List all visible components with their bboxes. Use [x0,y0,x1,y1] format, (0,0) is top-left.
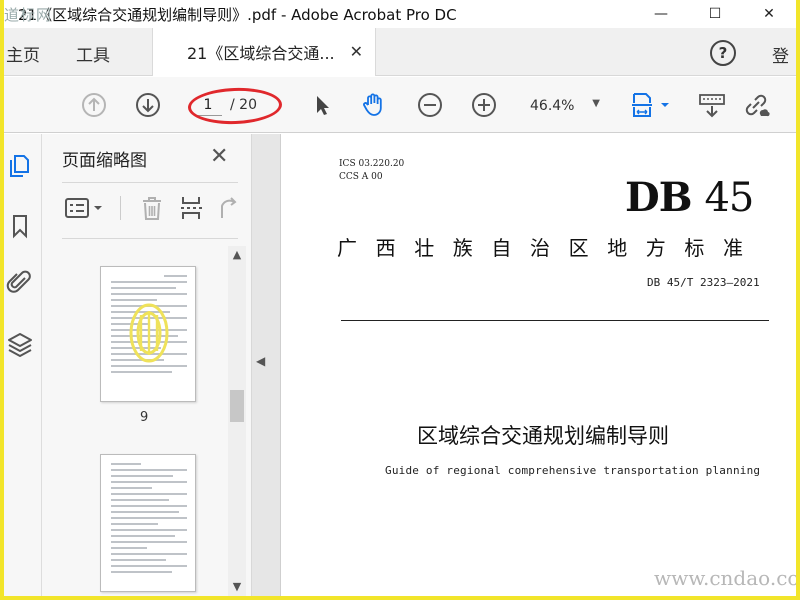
header-rule [341,320,769,321]
help-icon[interactable]: ? [710,40,736,66]
window-controls: — ☐ ✕ [634,0,796,28]
tab-home[interactable]: 主页 [6,41,40,66]
document-tab-label: 21《区域综合交通... [187,44,335,63]
zoom-level-dropdown[interactable]: 46.4% ▼ [524,94,606,118]
keyboard-scan-icon[interactable] [698,91,726,119]
thumbnail-page-9[interactable] [100,266,196,402]
rotate-page-icon[interactable] [214,194,242,222]
previous-page-icon[interactable] [80,91,108,119]
document-title-en: Guide of regional comprehensive transpor… [385,464,761,477]
pdf-page: ICS 03.220.20 CCS A 00 DB 45 广西壮族自治区地方标准… [280,134,796,596]
left-icon-rail [4,134,42,596]
close-window-icon[interactable]: ✕ [742,0,796,28]
hand-tool-icon[interactable] [360,91,388,119]
attachment-icon[interactable] [6,268,34,296]
db-number: 45 [704,175,754,221]
panel-toolbar [62,192,238,224]
seal-stamp-icon [129,303,169,363]
select-cursor-icon[interactable] [308,91,336,119]
close-panel-icon[interactable]: ✕ [210,144,228,169]
main-toolbar: 1 / 20 46.4% ▼ [4,77,796,133]
toolbar-separator [120,196,121,220]
close-tab-icon[interactable]: ✕ [350,42,363,61]
scroll-up-icon[interactable]: ▲ [228,246,246,264]
document-title-cn: 区域综合交通规划编制导则 [417,424,669,448]
delete-page-icon[interactable] [138,194,166,222]
share-link-icon[interactable] [742,91,770,119]
window-title: 21《区域综合交通规划编制导则》.pdf - Adobe Acrobat Pro… [18,5,457,24]
watermark-top: 道标网 [4,6,53,24]
bookmark-icon[interactable] [6,212,34,240]
standard-number: DB 45/T 2323—2021 [647,276,760,289]
ics-code: ICS 03.220.20 CCS A 00 [339,158,404,184]
panel-title: 页面缩略图 [62,151,147,171]
thumbnail-options-icon[interactable] [64,194,108,222]
thumbnail-text-lines [111,463,187,577]
zoom-in-icon[interactable] [470,91,498,119]
standard-issuer: 广西壮族自治区地方标准 [337,236,762,260]
acrobat-window: 21《区域综合交通规划编制导则》.pdf - Adobe Acrobat Pro… [4,0,796,596]
tab-tools[interactable]: 工具 [76,41,110,66]
db-prefix: DB [625,174,692,221]
thumbnails-scrollbar[interactable]: ▲ ▼ [228,246,246,596]
scrollbar-thumb[interactable] [230,390,244,422]
thumbnail-page-10[interactable] [100,454,196,592]
collapse-panel-icon[interactable]: ◀ [256,354,270,384]
db-code-heading: DB 45 [625,174,754,221]
watermark-bottom: www.cndao.com [654,566,796,590]
panel-divider [62,182,238,183]
page-fit-icon[interactable] [628,91,672,119]
scroll-down-icon[interactable]: ▼ [228,578,246,596]
zoom-level-value: 46.4% [530,98,575,114]
ccs-line: CCS A 00 [339,172,383,182]
red-annotation-circle [187,86,283,126]
panel-divider-2 [62,238,238,239]
thumbnails-panel: 页面缩略图 ✕ 9 ▲ ▼ [42,134,252,596]
next-page-icon[interactable] [134,91,162,119]
minimize-icon[interactable]: — [634,0,688,28]
title-bar: 21《区域综合交通规划编制导则》.pdf - Adobe Acrobat Pro… [4,0,796,28]
login-button[interactable]: 登 [772,42,789,67]
tab-bar: 主页 工具 21《区域综合交通... ✕ ? 登 [4,28,796,76]
tab-document[interactable]: 21《区域综合交通... ✕ [152,28,376,76]
ics-line: ICS 03.220.20 [339,159,405,169]
chevron-down-icon: ▼ [592,98,600,109]
maximize-icon[interactable]: ☐ [688,0,742,28]
zoom-out-icon[interactable] [416,91,444,119]
page-thumbnails-icon[interactable] [6,152,34,180]
insert-page-icon[interactable] [178,194,206,222]
layers-icon[interactable] [6,330,34,358]
thumbnail-label: 9 [140,410,149,425]
